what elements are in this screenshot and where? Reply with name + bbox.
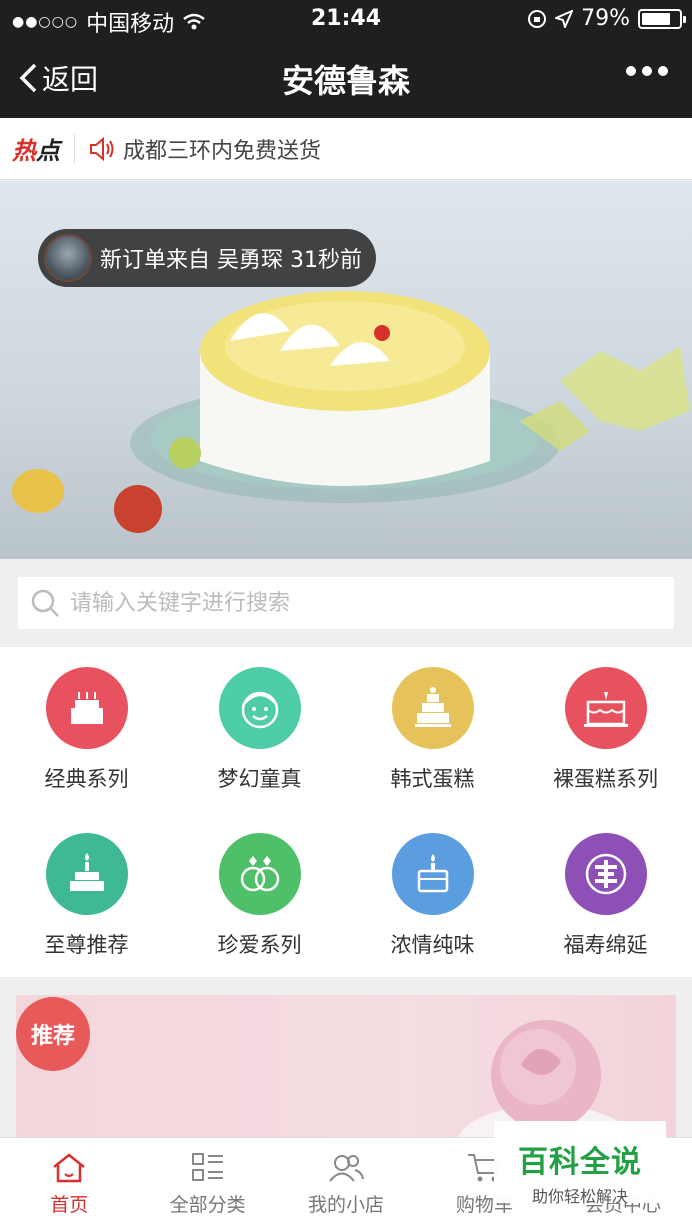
category-classic[interactable]: 经典系列: [0, 667, 173, 793]
new-order-toast: 新订单来自 吴勇琛 31秒前: [38, 229, 376, 287]
more-dots-icon[interactable]: [626, 66, 668, 76]
tab-label: 全部分类: [169, 1193, 246, 1216]
watermark-title: 百科全说: [518, 1145, 642, 1180]
hot-label-part1: 热: [12, 137, 36, 165]
nav-bar: 返回 安德鲁森: [0, 38, 692, 118]
tab-label: 首页: [50, 1193, 89, 1216]
hot-notice-bar[interactable]: 热点 成都三环内免费送货: [0, 118, 692, 180]
hot-text: 成都三环内免费送货: [123, 138, 322, 164]
home-icon: [53, 1152, 85, 1182]
banner-carousel[interactable]: 新订单来自 吴勇琛 31秒前: [0, 181, 692, 559]
tab-label: 我的小店: [308, 1193, 385, 1216]
battery-percent: 79%: [581, 6, 630, 31]
divider: [74, 133, 75, 164]
watermark-overlay: 百科全说 助你轻松解决: [494, 1121, 666, 1206]
category-fantasy[interactable]: 梦幻童真: [173, 667, 346, 793]
recommend-section: 推荐: [0, 977, 692, 1145]
battery-icon: [638, 8, 686, 29]
slice-cake-icon: [391, 833, 474, 915]
category-label: 福寿绵延: [563, 933, 648, 957]
avatar: [44, 234, 92, 282]
category-label: 韩式蛋糕: [390, 767, 475, 791]
category-grid: 经典系列 梦幻童真 韩式蛋糕 裸蛋糕系列 至尊推荐 珍爱系列 浓情纯味 福寿绵延: [0, 647, 692, 977]
child-face-icon: [218, 667, 301, 749]
category-longevity[interactable]: 福寿绵延: [519, 833, 692, 959]
order-text: 新订单来自 吴勇琛 31秒前: [100, 248, 362, 273]
category-cherish[interactable]: 珍爱系列: [173, 833, 346, 959]
rotation-lock-icon: [528, 9, 547, 28]
category-label: 梦幻童真: [217, 767, 302, 791]
category-label: 至尊推荐: [44, 933, 129, 957]
user-group-icon: [329, 1154, 365, 1182]
search-section: [0, 559, 692, 647]
tab-home[interactable]: 首页: [0, 1138, 138, 1230]
speaker-icon: [90, 136, 114, 161]
category-pure-taste[interactable]: 浓情纯味: [346, 833, 519, 959]
search-box[interactable]: [18, 577, 674, 629]
longevity-icon: [564, 833, 647, 915]
status-right: 79%: [527, 6, 686, 31]
category-korean[interactable]: 韩式蛋糕: [346, 667, 519, 793]
hot-label: 热点: [12, 131, 60, 166]
birthday-cake-icon: [45, 667, 128, 749]
hot-label-part2: 点: [36, 137, 60, 165]
status-bar: ●●○○○ 中国移动 21:44 79%: [0, 0, 692, 38]
category-label: 裸蛋糕系列: [553, 767, 658, 791]
tiered-cake-icon: [391, 667, 474, 749]
search-input[interactable]: [70, 590, 650, 616]
category-label: 珍爱系列: [217, 933, 302, 957]
category-label: 浓情纯味: [390, 933, 475, 957]
layer-cake-icon: [564, 667, 647, 749]
category-label: 经典系列: [44, 767, 129, 791]
search-icon: [31, 589, 59, 617]
watermark-subtitle: 助你轻松解决: [531, 1187, 628, 1206]
category-list-icon: [191, 1152, 223, 1181]
location-arrow-icon: [555, 9, 574, 28]
candle-cake-icon: [45, 833, 128, 915]
category-supreme[interactable]: 至尊推荐: [0, 833, 173, 959]
tab-all-categories[interactable]: 全部分类: [138, 1138, 276, 1230]
tab-my-shop[interactable]: 我的小店: [277, 1138, 415, 1230]
battery-fill: [642, 12, 670, 25]
page-title: 安德鲁森: [281, 62, 410, 100]
rings-icon: [218, 833, 301, 915]
category-naked-cake[interactable]: 裸蛋糕系列: [519, 667, 692, 793]
